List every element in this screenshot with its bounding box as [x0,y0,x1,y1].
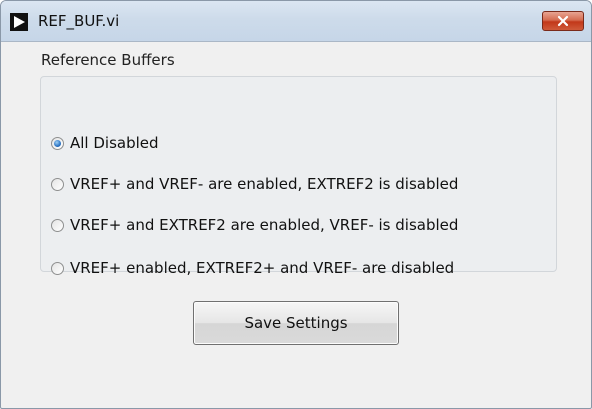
radio-option-label: All Disabled [70,134,159,152]
title-bar[interactable]: REF_BUF.vi [1,1,591,42]
radio-option-vref-plus-only[interactable]: VREF+ enabled, EXTREF2+ and VREF- are di… [51,259,531,281]
radio-button-selected[interactable] [51,137,64,150]
radio-option-all-disabled[interactable]: All Disabled [51,134,251,156]
radio-option-label: VREF+ and VREF- are enabled, EXTREF2 is … [70,175,459,193]
radio-option-label: VREF+ and EXTREF2 are enabled, VREF- is … [70,216,459,234]
radio-option-vref-both-enabled[interactable]: VREF+ and VREF- are enabled, EXTREF2 is … [51,175,531,197]
radio-option-vref-extref2-enabled[interactable]: VREF+ and EXTREF2 are enabled, VREF- is … [51,216,531,238]
close-icon [557,15,569,27]
app-icon [10,13,28,31]
radio-option-label: VREF+ enabled, EXTREF2+ and VREF- are di… [70,259,455,277]
group-label: Reference Buffers [41,51,175,69]
radio-button[interactable] [51,219,64,232]
reference-buffers-radio-group: All Disabled VREF+ and VREF- are enabled… [40,76,557,277]
dialog-window: REF_BUF.vi Reference Buffers All Disable… [0,0,592,409]
radio-button[interactable] [51,262,64,275]
close-button[interactable] [542,11,584,31]
radio-dot-icon [54,140,61,147]
save-settings-button[interactable]: Save Settings [193,301,399,345]
window-title: REF_BUF.vi [38,12,120,30]
radio-button[interactable] [51,178,64,191]
